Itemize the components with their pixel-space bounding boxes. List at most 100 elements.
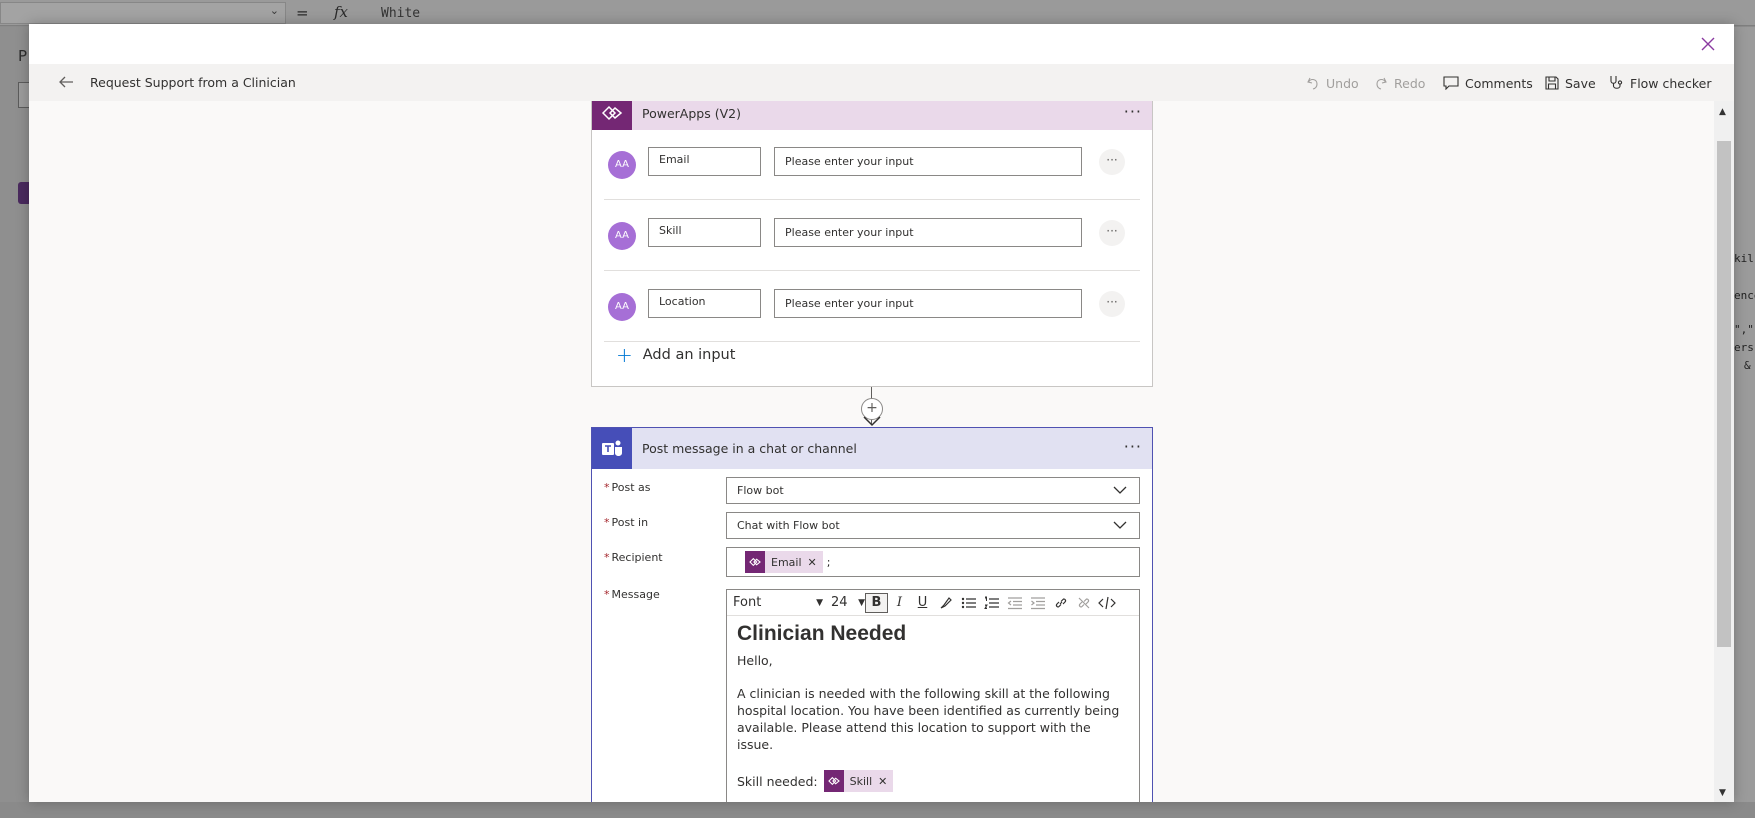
- link-icon[interactable]: [1049, 593, 1072, 613]
- back-arrow-icon: [59, 76, 73, 88]
- editor-toolbar: Font ▼ 24 ▼ B I U: [727, 590, 1139, 616]
- row-more-options-icon[interactable]: ···: [1099, 149, 1125, 175]
- text-type-icon: AA: [608, 151, 636, 179]
- font-size-dropdown[interactable]: 24 ▼: [831, 595, 865, 610]
- input-value-field[interactable]: Please enter your input: [774, 289, 1082, 318]
- input-name-field[interactable]: Email: [648, 147, 761, 176]
- comment-icon: [1443, 76, 1459, 90]
- chevron-down-icon: [1113, 521, 1127, 529]
- message-greeting: Hello,: [737, 653, 773, 668]
- post-as-value: Flow bot: [737, 484, 784, 497]
- property-dropdown: ⌄: [0, 2, 286, 24]
- powerapps-icon: [745, 551, 765, 573]
- flow-title: Request Support from a Clinician: [90, 75, 296, 90]
- scroll-up-icon[interactable]: ▲: [1719, 107, 1726, 117]
- more-options-icon[interactable]: ···: [1124, 439, 1142, 455]
- card-title: Post message in a chat or channel: [642, 441, 857, 456]
- plus-icon: +: [616, 343, 633, 367]
- formula-value: White: [381, 6, 421, 21]
- input-name-field[interactable]: Location: [648, 289, 761, 318]
- scrollbar-thumb[interactable]: [1717, 141, 1731, 647]
- input-value-field[interactable]: Please enter your input: [774, 218, 1082, 247]
- recipient-field[interactable]: Email ✕ ;: [726, 547, 1140, 577]
- equals-sign: =: [296, 4, 309, 22]
- row-more-options-icon[interactable]: ···: [1099, 291, 1125, 317]
- teams-icon: [592, 428, 632, 469]
- input-name-field[interactable]: Skill: [648, 218, 761, 247]
- background-right-code: kil ence "," ers &: [1734, 27, 1755, 818]
- recipient-label: * Recipient: [604, 551, 663, 564]
- text-type-icon: AA: [608, 293, 636, 321]
- modal-top-bar: [29, 24, 1734, 64]
- flow-checker-label: Flow checker: [1630, 75, 1712, 91]
- chevron-down-icon: [1113, 486, 1127, 494]
- card-header[interactable]: PowerApps (V2) ···: [592, 101, 1152, 130]
- undo-button[interactable]: Undo: [1306, 73, 1359, 93]
- dynamic-content-token[interactable]: Email ✕: [745, 551, 823, 573]
- post-as-dropdown[interactable]: Flow bot: [726, 477, 1140, 504]
- highlight-icon[interactable]: [934, 593, 957, 613]
- caret-down-icon: ▼: [816, 598, 823, 608]
- decrease-indent-icon[interactable]: [1003, 593, 1026, 613]
- skill-label: Skill needed:: [737, 773, 818, 789]
- message-label: * Message: [604, 588, 660, 601]
- save-button[interactable]: Save: [1545, 73, 1596, 93]
- input-row: AA Location Please enter your input ···: [604, 272, 1140, 342]
- redo-button[interactable]: Redo: [1374, 73, 1425, 93]
- code-line: ers: [1734, 341, 1754, 354]
- input-value-field[interactable]: Please enter your input: [774, 147, 1082, 176]
- message-heading: Clinician Needed: [737, 622, 907, 645]
- token-label: Email: [771, 555, 802, 569]
- caret-down-icon: ▼: [858, 598, 865, 608]
- undo-label: Undo: [1326, 75, 1359, 91]
- background-left-panel: P: [0, 27, 38, 818]
- underline-icon[interactable]: U: [911, 593, 934, 613]
- increase-indent-icon[interactable]: [1026, 593, 1049, 613]
- back-button[interactable]: [57, 73, 77, 93]
- add-input-button[interactable]: + Add an input: [616, 343, 736, 367]
- input-row: AA Email Please enter your input ···: [604, 130, 1140, 200]
- comments-label: Comments: [1465, 75, 1533, 91]
- message-editor[interactable]: Font ▼ 24 ▼ B I U Clinician Needed Hello…: [726, 589, 1140, 802]
- vertical-scrollbar[interactable]: ▲ ▼: [1714, 101, 1734, 802]
- card-title: PowerApps (V2): [642, 105, 741, 121]
- dynamic-content-token[interactable]: Skill ✕: [823, 770, 894, 792]
- code-line: &: [1744, 359, 1751, 372]
- numbered-list-icon[interactable]: [980, 593, 1003, 613]
- code-line: ence: [1734, 289, 1755, 302]
- scroll-down-icon[interactable]: ▼: [1719, 788, 1726, 798]
- more-options-icon[interactable]: ···: [1124, 104, 1142, 120]
- flow-checker-button[interactable]: Flow checker: [1608, 73, 1712, 93]
- powerapps-icon: [823, 770, 844, 792]
- editor-content[interactable]: Clinician Needed Hello, A clinician is n…: [727, 616, 1139, 798]
- close-button[interactable]: [1698, 34, 1718, 54]
- save-icon: [1545, 76, 1559, 90]
- background-formula-bar: ⌄ = fx White: [0, 0, 1755, 26]
- add-input-label: Add an input: [642, 347, 736, 363]
- remove-token-icon[interactable]: ✕: [808, 556, 823, 569]
- bold-icon[interactable]: B: [865, 592, 888, 613]
- post-in-label: * Post in: [604, 516, 649, 529]
- background-letter: P: [18, 47, 28, 65]
- remove-token-icon[interactable]: ✕: [878, 775, 893, 788]
- close-icon: [1701, 37, 1715, 51]
- skill-line: Skill needed: Skill ✕: [737, 770, 1129, 792]
- card-header[interactable]: Post message in a chat or channel ···: [592, 428, 1152, 469]
- row-more-options-icon[interactable]: ···: [1099, 220, 1125, 246]
- flow-editor-modal: Request Support from a Clinician Undo Re…: [29, 24, 1734, 802]
- post-in-value: Chat with Flow bot: [737, 519, 840, 532]
- input-row: AA Skill Please enter your input ···: [604, 201, 1140, 271]
- unlink-icon[interactable]: [1072, 593, 1095, 613]
- comments-button[interactable]: Comments: [1443, 73, 1533, 93]
- font-dropdown[interactable]: Font ▼: [733, 595, 823, 610]
- command-bar: Request Support from a Clinician Undo Re…: [29, 64, 1734, 101]
- redo-icon: [1376, 77, 1387, 90]
- bulleted-list-icon[interactable]: [957, 593, 980, 613]
- italic-icon[interactable]: I: [888, 593, 911, 613]
- fx-icon: fx: [334, 3, 349, 21]
- undo-icon: [1307, 77, 1318, 90]
- save-label: Save: [1565, 75, 1596, 91]
- code-line: ",": [1734, 323, 1754, 336]
- post-in-dropdown[interactable]: Chat with Flow bot: [726, 512, 1140, 539]
- code-view-icon[interactable]: [1095, 593, 1118, 613]
